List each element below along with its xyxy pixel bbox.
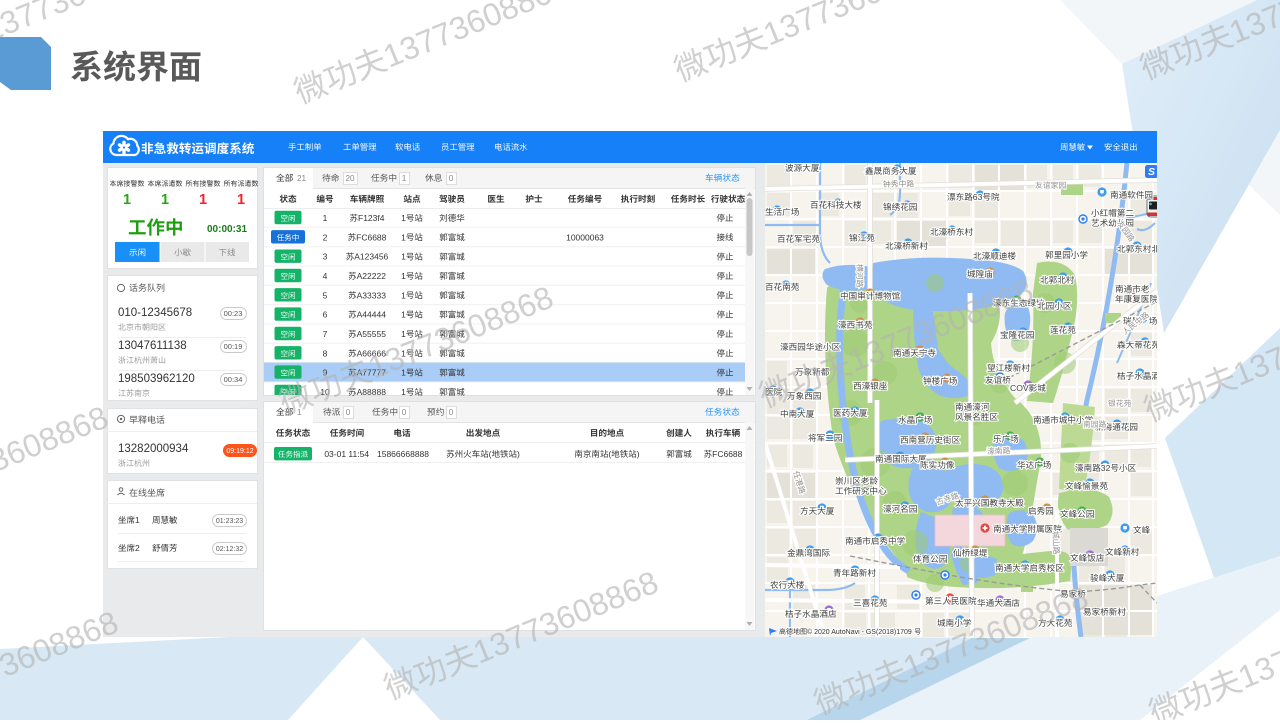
- svg-text:13047611138: 13047611138: [118, 340, 187, 352]
- svg-text:00:00:31: 00:00:31: [207, 224, 247, 235]
- svg-text:A33333: A33333: [357, 290, 387, 300]
- svg-text:8: 8: [323, 348, 328, 358]
- svg-text:15866668888: 15866668888: [377, 449, 429, 459]
- svg-text:21: 21: [297, 174, 307, 183]
- svg-text:4: 4: [323, 271, 328, 281]
- svg-text:F123f4: F123f4: [358, 213, 385, 223]
- svg-text:10000063: 10000063: [566, 232, 604, 242]
- svg-text:0: 0: [402, 408, 407, 417]
- svg-text:32: 32: [1101, 463, 1111, 473]
- svg-text:0: 0: [449, 408, 454, 417]
- svg-text:6: 6: [323, 310, 328, 320]
- svg-text:FC6688: FC6688: [356, 232, 387, 242]
- svg-text:S: S: [1148, 166, 1155, 178]
- svg-text:1: 1: [401, 290, 406, 300]
- svg-text:A55555: A55555: [357, 329, 387, 339]
- svg-text:03-01 11:54: 03-01 11:54: [324, 449, 369, 459]
- svg-text:1: 1: [401, 252, 406, 262]
- svg-text:(: (: [489, 449, 492, 459]
- svg-text:00:34: 00:34: [224, 375, 243, 384]
- svg-text:A22222: A22222: [357, 271, 387, 281]
- svg-text:02:12:32: 02:12:32: [216, 546, 243, 553]
- svg-text:13282000934: 13282000934: [118, 443, 189, 455]
- svg-text:1: 1: [401, 387, 406, 397]
- svg-text:1: 1: [199, 192, 207, 208]
- svg-text:1: 1: [401, 213, 406, 223]
- svg-text:1: 1: [123, 192, 131, 208]
- svg-text:A88888: A88888: [357, 387, 387, 397]
- svg-text:5: 5: [323, 290, 328, 300]
- svg-text:0: 0: [449, 174, 454, 183]
- svg-text:63: 63: [973, 192, 983, 202]
- svg-text:A123456: A123456: [354, 252, 388, 262]
- svg-text:A44444: A44444: [357, 310, 387, 320]
- svg-text:COV: COV: [1010, 383, 1029, 393]
- svg-text:1: 1: [401, 271, 406, 281]
- svg-text:0: 0: [346, 408, 351, 417]
- svg-text:(: (: [608, 449, 611, 459]
- svg-text:2: 2: [323, 232, 328, 242]
- svg-text:© 2020 AutoNavi - GS(2018)1709: © 2020 AutoNavi - GS(2018)1709: [807, 628, 912, 636]
- svg-text:1: 1: [402, 174, 407, 183]
- svg-text:010-12345678: 010-12345678: [118, 307, 192, 319]
- svg-text:1: 1: [161, 192, 169, 208]
- svg-text:): ): [517, 449, 520, 459]
- svg-text:01:23:23: 01:23:23: [216, 518, 243, 525]
- svg-text:): ): [637, 449, 640, 459]
- svg-text:09:19:12: 09:19:12: [226, 448, 253, 455]
- svg-text:1: 1: [237, 192, 245, 208]
- svg-text:1: 1: [135, 515, 140, 525]
- svg-text:1: 1: [401, 310, 406, 320]
- svg-text:1: 1: [323, 213, 328, 223]
- svg-text:FC6688: FC6688: [712, 449, 743, 459]
- svg-text:2: 2: [135, 543, 140, 553]
- svg-text:3: 3: [323, 252, 328, 262]
- svg-text:1: 1: [297, 408, 302, 417]
- svg-text:1: 1: [401, 232, 406, 242]
- svg-text:198503962120: 198503962120: [118, 373, 195, 385]
- svg-text:00:19: 00:19: [224, 342, 243, 351]
- svg-text:7: 7: [323, 329, 328, 339]
- svg-text:20: 20: [345, 174, 355, 183]
- svg-text:00:23: 00:23: [224, 309, 243, 318]
